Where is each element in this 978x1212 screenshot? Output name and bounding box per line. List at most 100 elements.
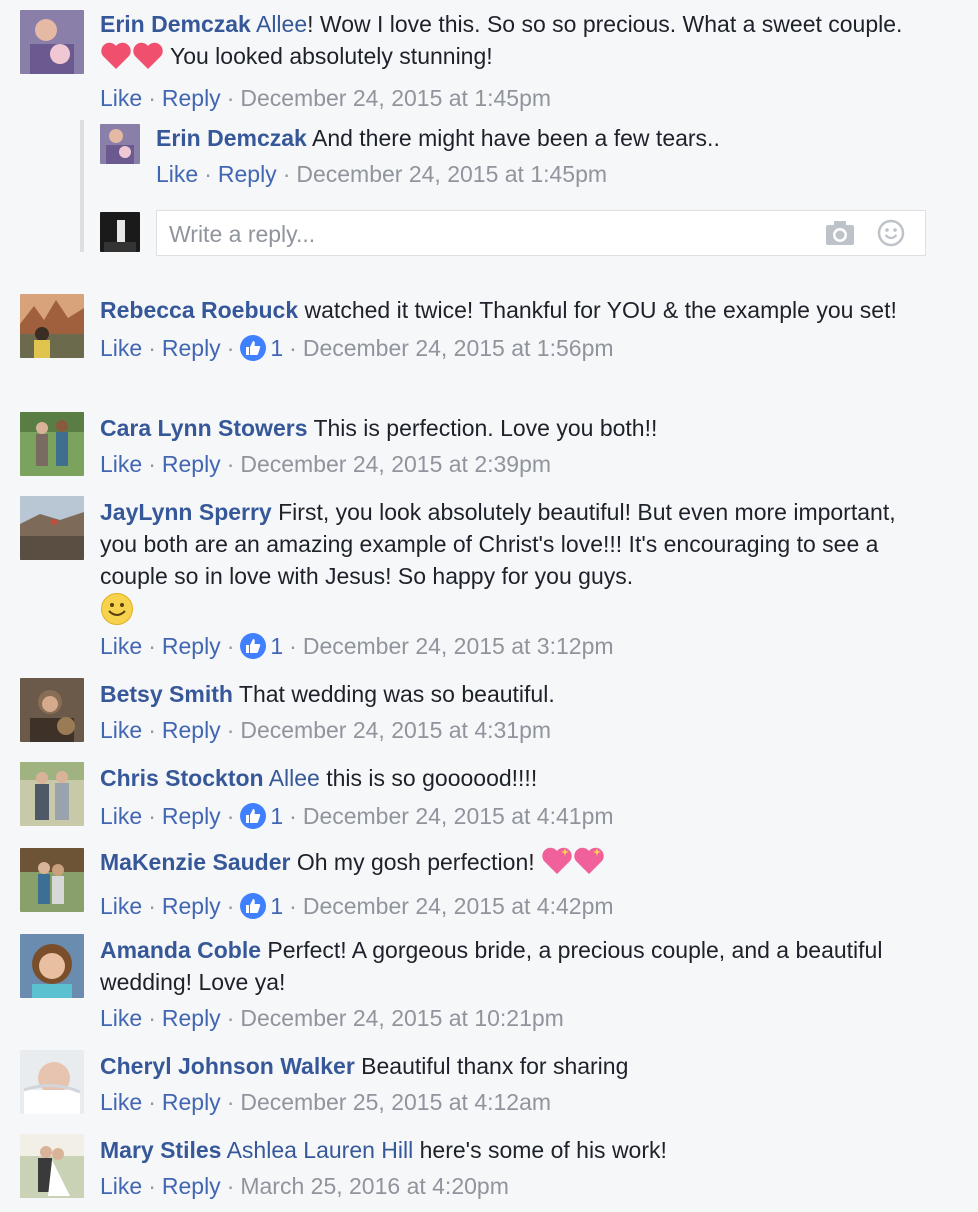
comment-timestamp[interactable]: December 24, 2015 at 1:45pm — [240, 85, 551, 111]
comment-actions: Like · Reply · 1 · December 24, 2015 at 3:12pm — [100, 633, 614, 659]
comment-mention[interactable]: Allee — [256, 11, 307, 37]
comment-author[interactable]: Chris Stockton — [100, 765, 264, 791]
avatar[interactable] — [20, 934, 84, 998]
reply-link[interactable]: Reply — [162, 1173, 221, 1199]
reply-link[interactable]: Reply — [162, 335, 221, 361]
comment-text: here's some of his work! — [413, 1137, 667, 1163]
smiley-icon — [101, 593, 133, 625]
reply-link[interactable]: Reply — [218, 161, 277, 187]
thumbs-up-icon[interactable] — [240, 803, 267, 829]
reply-content: Erin Demczak And there might have been a… — [156, 122, 938, 154]
avatar[interactable] — [100, 124, 140, 164]
like-link[interactable]: Like — [100, 803, 142, 829]
comment-actions: Like · Reply · December 24, 2015 at 1:45pm — [100, 85, 552, 111]
reply-thread-line — [80, 120, 84, 252]
reply-box — [156, 210, 926, 256]
comment-actions: Like · Reply · December 24, 2015 at 10:21pm — [100, 1005, 564, 1031]
reply-link[interactable]: Reply — [162, 1089, 221, 1115]
comment-timestamp[interactable]: December 24, 2015 at 4:31pm — [240, 717, 551, 743]
avatar[interactable] — [20, 678, 84, 742]
heart-icon — [100, 42, 132, 78]
thumbs-up-icon[interactable] — [240, 335, 267, 361]
comment-actions: Like · Reply · December 24, 2015 at 4:31pm — [100, 717, 552, 743]
avatar[interactable] — [20, 10, 84, 74]
reply-link[interactable]: Reply — [162, 1005, 221, 1031]
emoji-icon[interactable] — [877, 219, 905, 255]
like-link[interactable]: Like — [100, 1173, 142, 1199]
thumbs-up-icon[interactable] — [240, 633, 267, 659]
comment-actions: Like · Reply · December 25, 2015 at 4:12am — [100, 1089, 552, 1115]
comment-timestamp[interactable]: March 25, 2016 at 4:20pm — [240, 1173, 509, 1199]
like-link[interactable]: Like — [100, 633, 142, 659]
like-link[interactable]: Like — [100, 85, 142, 111]
comment-author[interactable]: JayLynn Sperry — [100, 499, 272, 525]
comment-author[interactable]: Cheryl Johnson Walker — [100, 1053, 355, 1079]
like-count[interactable]: 1 — [270, 335, 283, 361]
reply-input[interactable] — [167, 217, 811, 251]
comment-content: Rebecca Roebuck watched it twice! Thankf… — [100, 294, 938, 326]
camera-icon[interactable] — [825, 220, 855, 254]
comment-text: That wedding was so beautiful. — [232, 681, 555, 707]
comment-timestamp[interactable]: December 24, 2015 at 2:39pm — [240, 451, 551, 477]
avatar[interactable] — [20, 412, 84, 476]
current-user-avatar — [100, 212, 140, 252]
thumbs-up-icon[interactable] — [240, 893, 267, 919]
like-link[interactable]: Like — [100, 717, 142, 743]
avatar[interactable] — [20, 762, 84, 826]
comment-text: Beautiful thanx for sharing — [354, 1053, 629, 1079]
sparkling-heart-icon — [541, 846, 573, 884]
comment-text: This is perfection. Love you both!! — [307, 415, 658, 441]
comment-timestamp[interactable]: December 24, 2015 at 10:21pm — [240, 1005, 563, 1031]
avatar[interactable] — [20, 294, 84, 358]
comment-author[interactable]: Amanda Coble — [100, 937, 261, 963]
avatar[interactable] — [20, 1134, 84, 1198]
reply-link[interactable]: Reply — [162, 893, 221, 919]
comment-text: Oh my gosh perfection! — [290, 849, 535, 875]
comment-mention[interactable]: Ashlea Lauren Hill — [227, 1137, 414, 1163]
like-count[interactable]: 1 — [270, 803, 283, 829]
reply-actions: Like · Reply · December 24, 2015 at 1:45pm — [156, 161, 608, 187]
comment-content: Cara Lynn Stowers This is perfection. Lo… — [100, 412, 938, 444]
comment-content: JayLynn Sperry First, you look absolutel… — [100, 496, 938, 592]
avatar[interactable] — [20, 848, 84, 912]
comment-author[interactable]: Cara Lynn Stowers — [100, 415, 307, 441]
avatar[interactable] — [20, 1050, 84, 1114]
like-link[interactable]: Like — [100, 451, 142, 477]
comment-timestamp[interactable]: December 24, 2015 at 1:56pm — [303, 335, 614, 361]
comment-author[interactable]: Betsy Smith — [100, 681, 233, 707]
comment-actions: Like · Reply · 1 · December 24, 2015 at 4:42pm — [100, 893, 614, 919]
comment-mention[interactable]: Allee — [269, 765, 320, 791]
like-link[interactable]: Like — [100, 335, 142, 361]
comment-actions: Like · Reply · December 24, 2015 at 2:39pm — [100, 451, 552, 477]
comment-timestamp[interactable]: December 25, 2015 at 4:12am — [240, 1089, 551, 1115]
like-link[interactable]: Like — [100, 1089, 142, 1115]
reply-link[interactable]: Reply — [162, 803, 221, 829]
reply-timestamp[interactable]: December 24, 2015 at 1:45pm — [296, 161, 607, 187]
like-link[interactable]: Like — [156, 161, 198, 187]
comment-text: watched it twice! Thankful for YOU & the… — [298, 297, 897, 323]
comment-actions: Like · Reply · March 25, 2016 at 4:20pm — [100, 1173, 509, 1199]
avatar[interactable] — [20, 496, 84, 560]
like-count[interactable]: 1 — [270, 893, 283, 919]
comment-author[interactable]: Rebecca Roebuck — [100, 297, 298, 323]
smiley-emoji — [100, 592, 938, 628]
comment-timestamp[interactable]: December 24, 2015 at 4:41pm — [303, 803, 614, 829]
reply-author[interactable]: Erin Demczak — [156, 125, 307, 151]
reply-link[interactable]: Reply — [162, 633, 221, 659]
comment-content: Erin Demczak Allee! Wow I love this. So … — [100, 8, 938, 78]
comment-author[interactable]: MaKenzie Sauder — [100, 849, 290, 875]
comment-timestamp[interactable]: December 24, 2015 at 3:12pm — [303, 633, 614, 659]
comment-content: Betsy Smith That wedding was so beautifu… — [100, 678, 938, 710]
like-count[interactable]: 1 — [270, 633, 283, 659]
comment-author[interactable]: Erin Demczak — [100, 11, 251, 37]
comment-timestamp[interactable]: December 24, 2015 at 4:42pm — [303, 893, 614, 919]
comment-content: Chris Stockton Allee this is so goooood!… — [100, 762, 938, 794]
reply-link[interactable]: Reply — [162, 717, 221, 743]
reply-link[interactable]: Reply — [162, 85, 221, 111]
sparkling-heart-icon — [573, 846, 605, 884]
comment-author[interactable]: Mary Stiles — [100, 1137, 221, 1163]
like-link[interactable]: Like — [100, 893, 142, 919]
like-link[interactable]: Like — [100, 1005, 142, 1031]
reply-link[interactable]: Reply — [162, 451, 221, 477]
comment-text: ! Wow I love this. So so so precious. Wh… — [307, 11, 903, 37]
